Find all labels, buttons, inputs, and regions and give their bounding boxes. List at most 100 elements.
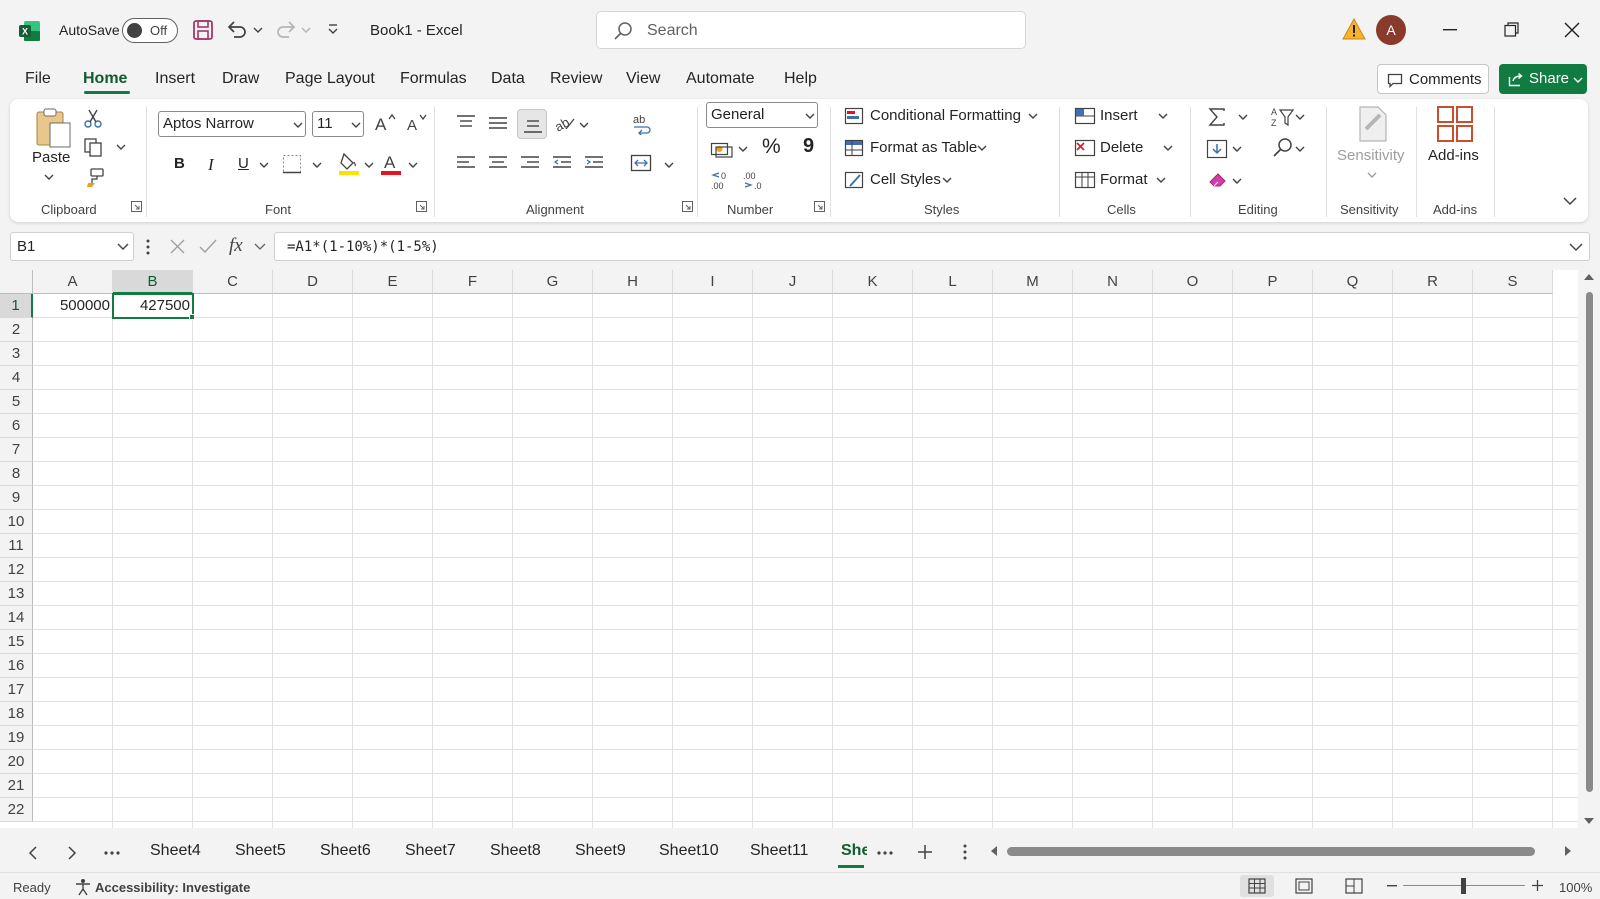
alignment-launcher-icon[interactable] [682,201,693,212]
copy-dropdown-icon[interactable] [116,143,126,151]
cut-icon[interactable] [84,108,102,128]
sensitivity-label[interactable]: Sensitivity [1337,147,1405,164]
underline-dropdown-icon[interactable] [259,161,269,169]
sort-filter-icon[interactable]: AZ [1270,106,1294,128]
align-center-icon[interactable] [488,155,508,171]
delete-dropdown-icon[interactable] [1163,144,1173,152]
more-options-icon[interactable] [146,239,150,255]
font-size-select[interactable]: 11 [312,111,364,137]
autosum-icon[interactable] [1208,107,1226,127]
accessibility-icon[interactable] [74,878,92,896]
tab-automate[interactable]: Automate [686,70,754,88]
italic-button[interactable]: I [208,155,214,175]
vertical-scrollbar[interactable] [1580,270,1598,830]
conditional-formatting-dropdown-icon[interactable] [1028,112,1038,120]
zoom-level[interactable]: 100% [1559,880,1592,895]
save-icon[interactable] [192,19,214,41]
sheet-list-icon[interactable] [877,851,893,855]
copy-icon[interactable] [83,137,103,157]
align-left-icon[interactable] [456,155,476,171]
share-button[interactable]: Share [1499,64,1587,94]
sheet-tab-sheet4[interactable]: Sheet4 [150,842,201,860]
percent-style-button[interactable]: % [762,135,781,159]
clear-icon[interactable] [1207,170,1229,190]
decrease-indent-icon[interactable] [552,155,572,171]
comma-style-button[interactable]: 9 [803,135,814,158]
normal-view-button[interactable] [1240,875,1274,897]
tab-data[interactable]: Data [491,70,525,88]
font-color-icon[interactable]: A [380,151,402,175]
sheet-tab-sheet10[interactable]: Sheet10 [659,842,719,860]
increase-indent-icon[interactable] [584,155,604,171]
zoom-in-icon[interactable] [1532,880,1543,891]
cell-styles-dropdown-icon[interactable] [942,176,952,184]
borders-dropdown-icon[interactable] [312,161,322,169]
bottom-align-button[interactable] [517,109,547,139]
autosum-dropdown-icon[interactable] [1238,113,1248,121]
sheet-tab-active[interactable]: She [841,842,867,860]
redo-icon[interactable] [275,19,297,41]
page-break-view-icon[interactable] [1345,878,1363,894]
zoom-slider-thumb[interactable] [1461,878,1466,894]
more-sheets-icon[interactable] [104,851,120,855]
delete-cells-icon[interactable] [1074,139,1096,157]
sheet-tab-sheet9[interactable]: Sheet9 [575,842,626,860]
cancel-icon[interactable] [170,239,185,254]
sheet-tab-sheet5[interactable]: Sheet5 [235,842,286,860]
tab-review[interactable]: Review [550,70,602,88]
vertical-scroll-thumb[interactable] [1586,292,1593,792]
warning-icon[interactable] [1342,18,1366,40]
enter-icon[interactable] [199,239,217,254]
decrease-decimal-icon[interactable]: .00.0 [742,169,766,191]
autosave-toggle[interactable]: Off [122,18,178,43]
wrap-text-icon[interactable]: ab [632,113,654,135]
format-as-table-icon[interactable] [844,139,864,157]
comments-button[interactable]: Comments [1377,64,1489,94]
borders-icon[interactable] [282,154,302,174]
tab-formulas[interactable]: Formulas [400,70,467,88]
decrease-font-size-icon[interactable]: A [406,113,428,133]
clear-dropdown-icon[interactable] [1232,177,1242,185]
add-ins-icon[interactable] [1436,105,1474,143]
fill-icon[interactable] [1206,139,1228,159]
restore-icon[interactable] [1504,22,1519,37]
increase-decimal-icon[interactable]: 0.00 [710,169,734,191]
minimize-icon[interactable] [1443,29,1457,31]
paste-dropdown-icon[interactable] [44,173,54,181]
cell-a1[interactable]: 500000 [33,294,113,318]
zoom-out-icon[interactable] [1387,885,1397,887]
find-select-dropdown-icon[interactable] [1295,145,1305,153]
fill-handle[interactable] [189,314,195,320]
add-ins-label[interactable]: Add-ins [1428,147,1479,164]
sort-filter-dropdown-icon[interactable] [1295,113,1305,121]
tab-view[interactable]: View [626,70,660,88]
increase-font-size-icon[interactable]: A [374,113,396,133]
format-cells-icon[interactable] [1074,171,1096,189]
horizontal-scroll-thumb[interactable] [1007,847,1535,856]
accounting-dropdown-icon[interactable] [738,145,748,153]
page-layout-view-icon[interactable] [1295,878,1313,894]
orientation-dropdown-icon[interactable] [579,121,589,129]
redo-dropdown-icon[interactable] [301,26,311,34]
search-box[interactable]: Search [596,11,1026,49]
sheet-tab-sheet8[interactable]: Sheet8 [490,842,541,860]
sheet-options-icon[interactable] [963,844,967,860]
format-painter-icon[interactable] [83,167,105,187]
fill-color-icon[interactable] [338,151,360,175]
scroll-right-icon[interactable] [1563,845,1573,857]
accessibility-status[interactable]: Accessibility: Investigate [95,880,250,895]
merge-center-icon[interactable] [630,154,652,172]
cell-styles-button[interactable]: Cell Styles [870,171,941,188]
tab-draw[interactable]: Draw [222,70,259,88]
sensitivity-icon[interactable] [1354,105,1388,143]
scroll-down-icon[interactable] [1583,816,1595,826]
font-launcher-icon[interactable] [416,201,427,212]
number-launcher-icon[interactable] [814,201,825,212]
worksheet-grid[interactable]: ABCDEFGHIJKLMNOPQRS 1 2 3 4 5 6 7 8 9 10 11 12 13 14 1… [0,270,1578,828]
expand-formula-bar-icon[interactable] [1569,243,1583,251]
underline-button[interactable]: U [238,155,249,172]
collapse-ribbon-icon[interactable] [1563,196,1577,206]
conditional-formatting-button[interactable]: Conditional Formatting [870,107,1021,124]
fx-dropdown-icon[interactable] [254,243,266,251]
prev-sheet-icon[interactable] [28,846,37,860]
